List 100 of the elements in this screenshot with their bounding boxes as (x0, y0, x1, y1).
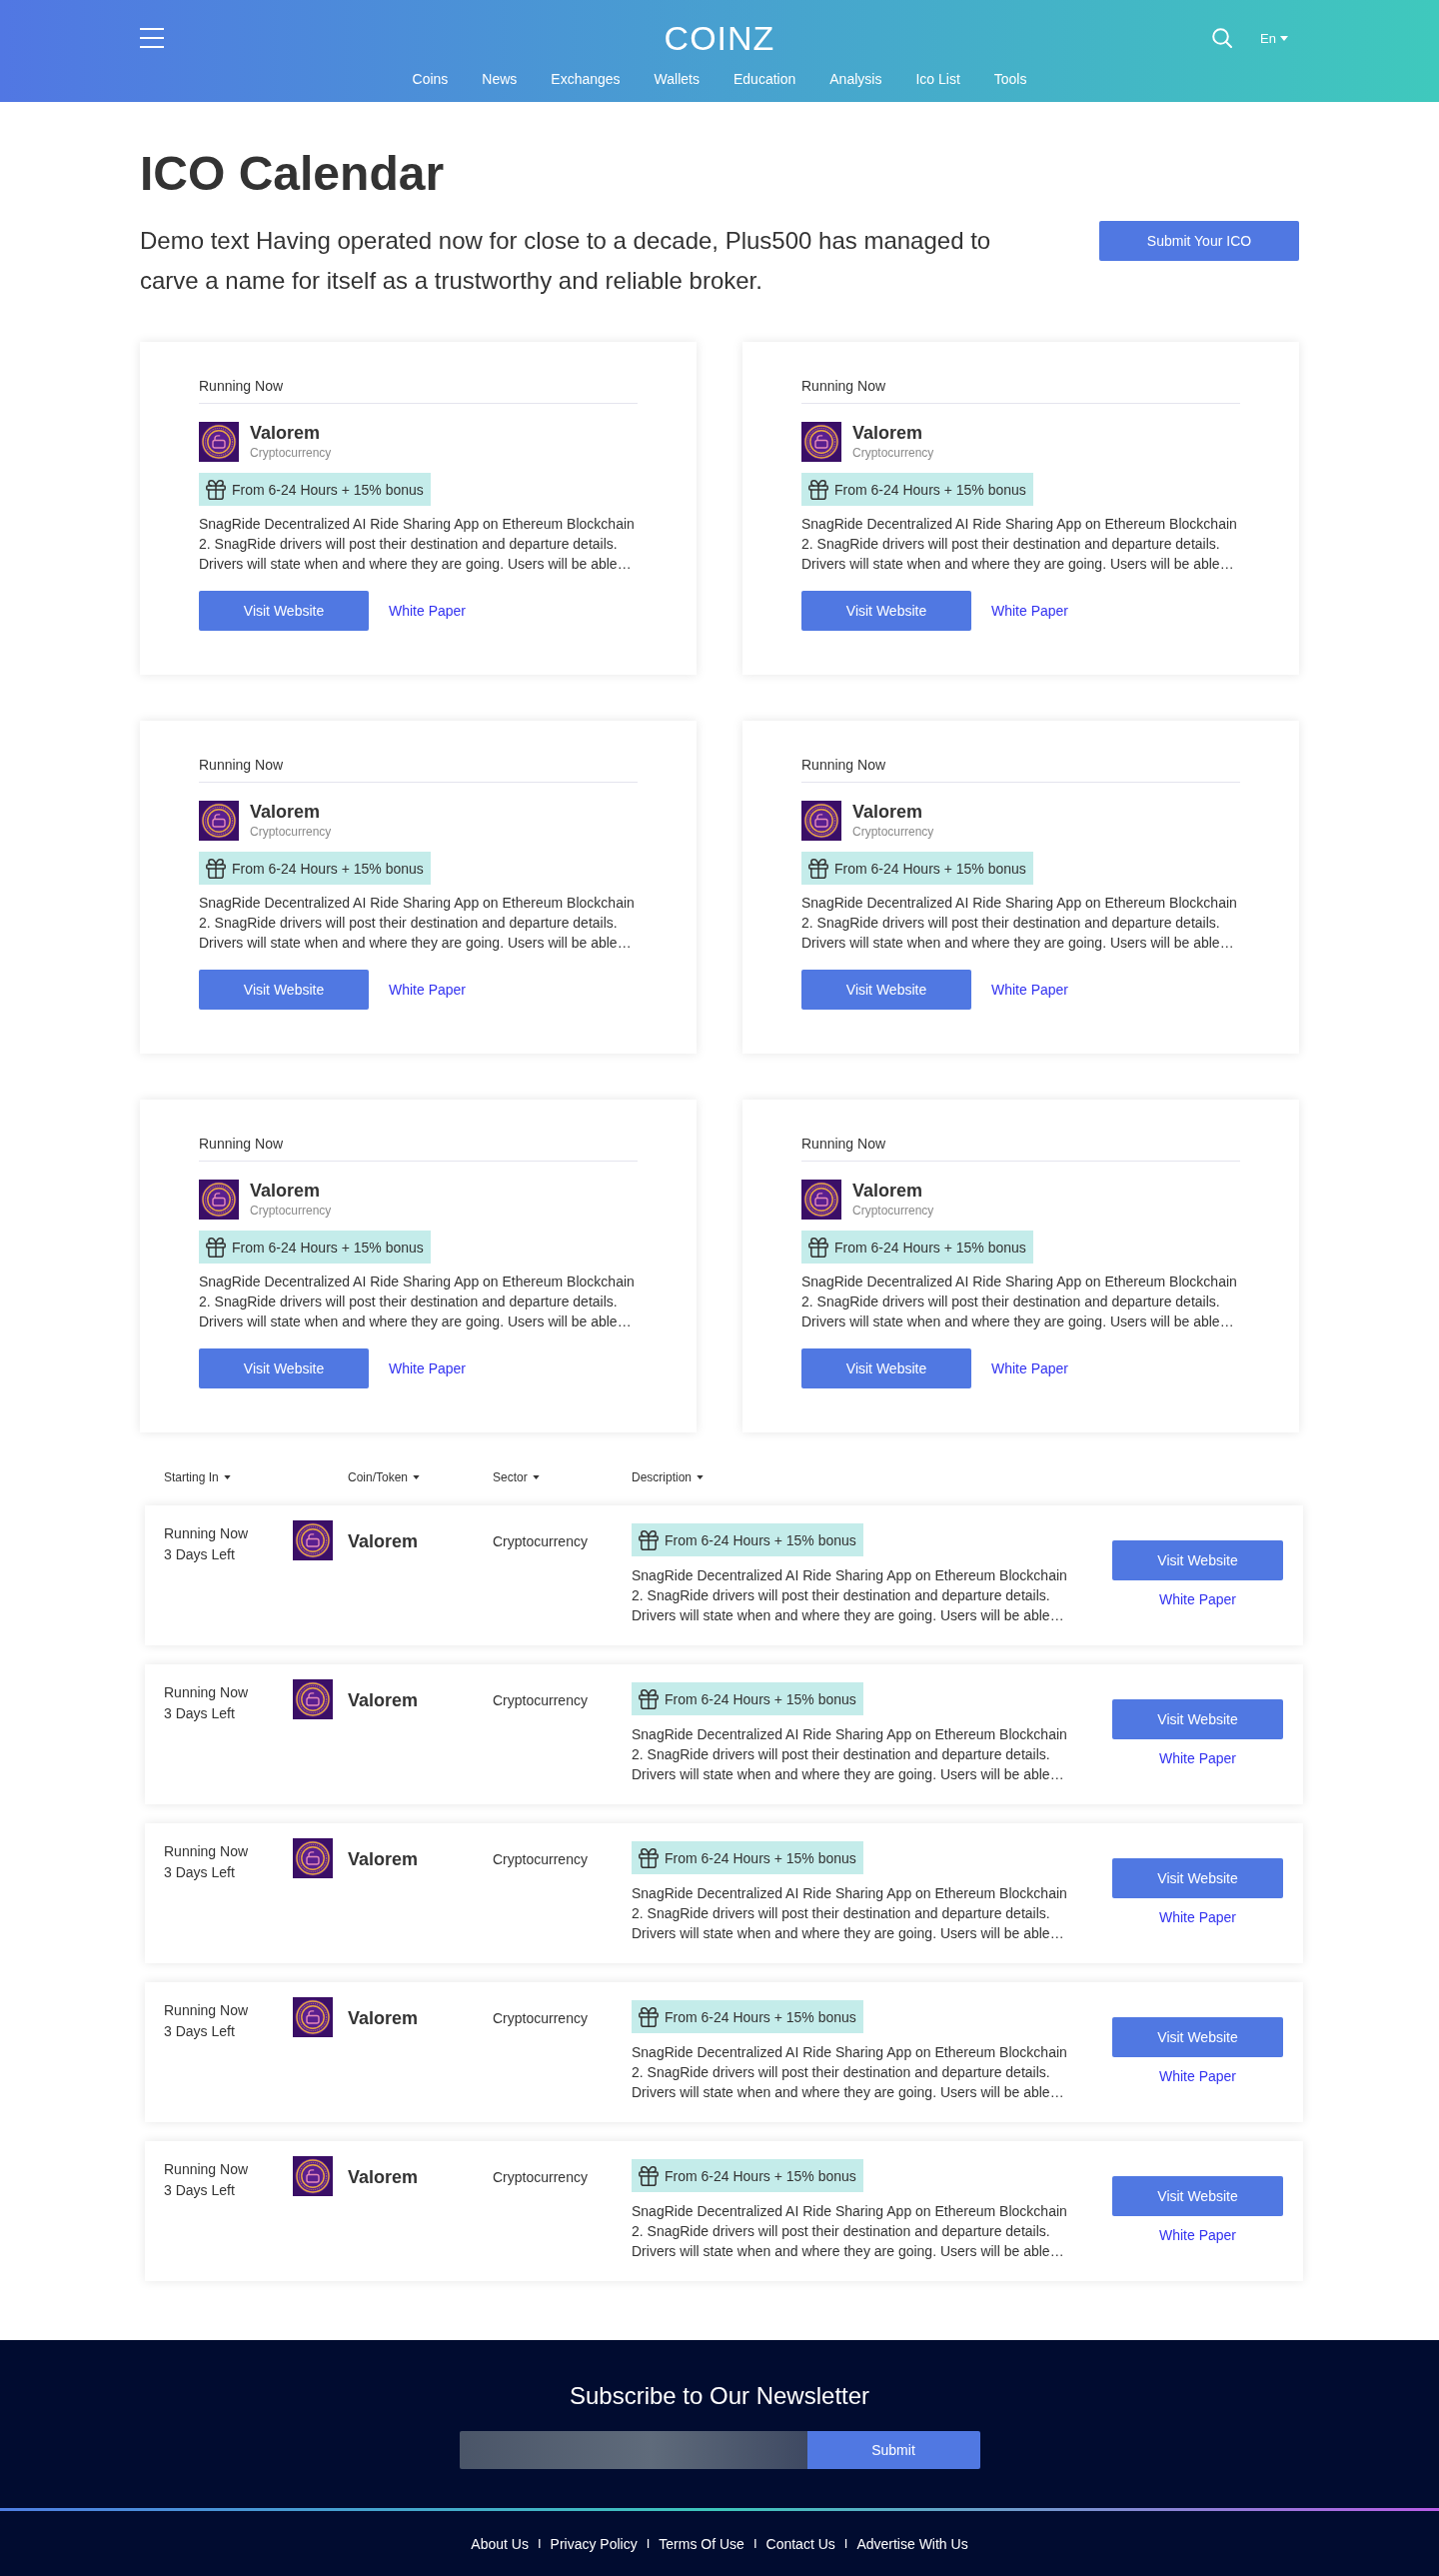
visit-website-button[interactable]: Visit Website (801, 1348, 971, 1388)
coin-logo-icon (293, 1520, 333, 1560)
status-label: Running Now (164, 2001, 249, 2020)
submit-ico-button[interactable]: Submit Your ICO (1099, 221, 1299, 261)
nav-link[interactable]: Education (733, 70, 796, 88)
coin-description: SnagRide Decentralized AI Ride Sharing App on Ethereum Blockchain 2. SnagRide drivers will post their destination and departure details. Drivers will state when and where they are going. Users will be able… (632, 1725, 1068, 1784)
newsletter-title: Subscribe to Our Newsletter (569, 2381, 870, 2411)
visit-website-button[interactable]: Visit Website (1112, 1540, 1283, 1580)
paper-link[interactable]: White Paper (389, 1358, 467, 1378)
coin-name: Valorem (348, 1689, 419, 1711)
bonus-label: From 6-24 Hours + 15% bonus (232, 480, 424, 500)
visit-website-button[interactable]: Visit Website (801, 970, 971, 1010)
intro-text: Demo text Having operated now for close to a decade, Plus500 has managed to carve a name for itself as a trustworthy and reliable broker. (140, 226, 992, 296)
sector-label: Cryptocurrency (493, 2009, 588, 2028)
bonus-label: From 6-24 Hours + 15% bonus (834, 859, 1026, 879)
footer-link[interactable]: About Us (471, 2534, 529, 2554)
column-header[interactable]: Starting In (164, 1469, 231, 1485)
coin-name: Valorem (348, 2007, 419, 2029)
visit-website-button[interactable]: Visit Website (199, 591, 369, 631)
bonus-label: From 6-24 Hours + 15% bonus (665, 1530, 856, 1550)
bonus-label: From 6-24 Hours + 15% bonus (665, 2007, 856, 2027)
sector-label: Cryptocurrency (493, 1691, 588, 1710)
footer-link[interactable]: Advertise With Us (856, 2534, 968, 2554)
nav-link[interactable]: Exchanges (551, 70, 621, 88)
gift-icon (206, 858, 226, 879)
bonus-label: From 6-24 Hours + 15% bonus (665, 1689, 856, 1709)
gift-icon (639, 2006, 659, 2027)
coin-name: Valorem (348, 2166, 419, 2188)
status-label: Running Now (164, 2160, 249, 2179)
sector-label: Cryptocurrency (493, 2168, 588, 2187)
paper-link[interactable]: White Paper (389, 980, 467, 1000)
coin-description: SnagRide Decentralized AI Ride Sharing App on Ethereum Blockchain 2. SnagRide drivers will post their destination and departure details. Drivers will state when and where they are going. Users will be able… (199, 1273, 636, 1331)
coin-description: SnagRide Decentralized AI Ride Sharing App on Ethereum Blockchain 2. SnagRide drivers will post their destination and departure details. Drivers will state when and where they are going. Users will be able… (199, 515, 636, 574)
visit-website-button[interactable]: Visit Website (1112, 1699, 1283, 1739)
sector-label: Cryptocurrency (493, 1532, 588, 1551)
paper-link[interactable]: White Paper (1158, 1748, 1236, 1768)
visit-website-button[interactable]: Visit Website (1112, 2017, 1283, 2057)
footer-link[interactable]: Terms Of Use (659, 2534, 744, 2554)
paper-link[interactable]: White Paper (991, 1358, 1069, 1378)
status-label: Running Now (164, 1683, 249, 1702)
visit-website-button[interactable]: Visit Website (199, 1348, 369, 1388)
footer-separator: I (843, 2535, 848, 2553)
column-header[interactable]: Sector (493, 1469, 540, 1485)
paper-link[interactable]: White Paper (1158, 2225, 1236, 2245)
gift-icon (808, 479, 828, 500)
coin-logo-icon (293, 1997, 333, 2037)
submit-button[interactable]: Submit (806, 2431, 980, 2469)
footer-separator: I (537, 2535, 542, 2553)
status-label: Running Now (199, 1135, 284, 1154)
status-label: Running Now (199, 756, 284, 775)
footer-link[interactable]: Contact Us (765, 2534, 835, 2554)
coin-name: Valorem (852, 1180, 923, 1202)
coin-description: SnagRide Decentralized AI Ride Sharing App on Ethereum Blockchain 2. SnagRide drivers will post their destination and departure details. Drivers will state when and where they are going. Users will be able… (632, 1566, 1068, 1625)
visit-website-button[interactable]: Visit Website (801, 591, 971, 631)
coin-name: Valorem (348, 1848, 419, 1870)
coin-logo-icon (293, 1679, 333, 1719)
coin-logo-icon (199, 1180, 239, 1220)
visit-website-button[interactable]: Visit Website (1112, 2176, 1283, 2216)
time-left-label: 3 Days Left (164, 1545, 235, 1564)
search-icon[interactable] (1212, 28, 1233, 48)
gift-icon (808, 1237, 828, 1258)
caret-icon (697, 1475, 705, 1479)
coin-description: SnagRide Decentralized AI Ride Sharing App on Ethereum Blockchain 2. SnagRide drivers will post their destination and departure details. Drivers will state when and where they are going. Users will be able… (801, 1273, 1238, 1331)
column-header[interactable]: Coin/Token (348, 1469, 421, 1485)
visit-website-button[interactable]: Visit Website (1112, 1858, 1283, 1898)
email-input[interactable] (459, 2431, 807, 2469)
footer-link[interactable]: Privacy Policy (550, 2534, 638, 2554)
site-logo[interactable]: COINZ (664, 18, 775, 58)
footer-separator: I (752, 2535, 757, 2553)
nav-link[interactable]: Coins (412, 70, 449, 88)
bonus-label: From 6-24 Hours + 15% bonus (834, 480, 1026, 500)
nav-link[interactable]: News (482, 70, 518, 88)
time-left-label: 3 Days Left (164, 2022, 235, 2041)
time-left-label: 3 Days Left (164, 2181, 235, 2200)
nav-link[interactable]: Tools (993, 70, 1027, 88)
coin-description: SnagRide Decentralized AI Ride Sharing App on Ethereum Blockchain 2. SnagRide drivers will post their destination and departure details. Drivers will state when and where they are going. Users will be able… (632, 1884, 1068, 1943)
paper-link[interactable]: White Paper (991, 601, 1069, 621)
column-header[interactable]: Description (632, 1469, 705, 1485)
coin-description: SnagRide Decentralized AI Ride Sharing App on Ethereum Blockchain 2. SnagRide drivers will post their destination and departure details. Drivers will state when and where they are going. Users will be able… (199, 894, 636, 953)
paper-link[interactable]: White Paper (1158, 2066, 1236, 2086)
gift-icon (639, 1529, 659, 1550)
nav-link[interactable]: Ico List (915, 70, 960, 88)
coin-name: Valorem (250, 422, 321, 444)
bonus-label: From 6-24 Hours + 15% bonus (665, 1848, 856, 1868)
nav-link[interactable]: Analysis (829, 70, 882, 88)
caret-icon (1280, 35, 1288, 41)
coin-logo-icon (199, 422, 239, 462)
nav-link[interactable]: Wallets (654, 70, 700, 88)
gift-icon (639, 2165, 659, 2186)
language-selector[interactable]: En (1260, 30, 1288, 46)
bonus-label: From 6-24 Hours + 15% bonus (232, 1238, 424, 1258)
paper-link[interactable]: White Paper (1158, 1589, 1236, 1609)
caret-icon (413, 1475, 421, 1479)
paper-link[interactable]: White Paper (991, 980, 1069, 1000)
menu-icon[interactable] (140, 28, 164, 48)
visit-website-button[interactable]: Visit Website (199, 970, 369, 1010)
paper-link[interactable]: White Paper (389, 601, 467, 621)
bonus-label: From 6-24 Hours + 15% bonus (232, 859, 424, 879)
paper-link[interactable]: White Paper (1158, 1907, 1236, 1927)
coin-logo-icon (801, 1180, 841, 1220)
